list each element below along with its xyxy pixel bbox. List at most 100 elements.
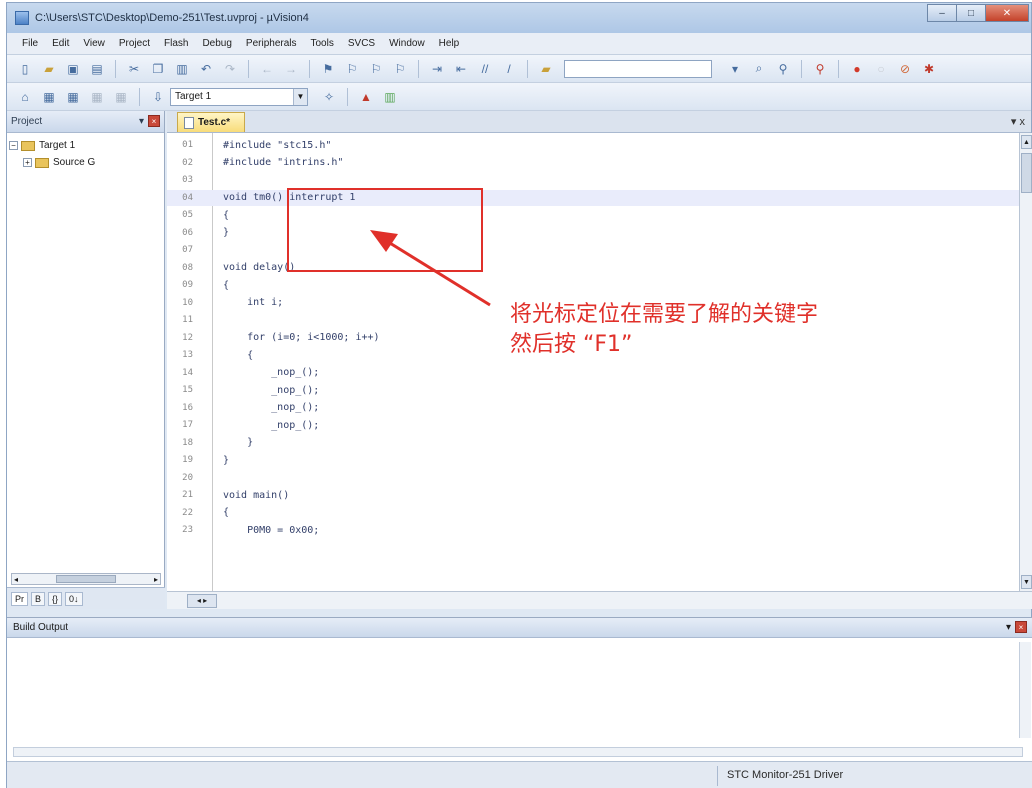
manage-components-icon[interactable]: ▲: [357, 88, 375, 106]
code-line[interactable]: 20: [167, 470, 1019, 486]
menu-edit[interactable]: Edit: [45, 38, 76, 49]
code-text[interactable]: }: [223, 227, 229, 238]
prev-bookmark-icon[interactable]: ⚐: [343, 60, 361, 78]
disable-breakpoint-icon[interactable]: ○: [872, 60, 890, 78]
code-line[interactable]: 22 {: [167, 505, 1019, 521]
redo-icon[interactable]: ↷: [221, 60, 239, 78]
rebuild-icon[interactable]: ▦: [64, 88, 82, 106]
tab-test-c[interactable]: Test.c*: [177, 112, 246, 132]
code-text[interactable]: void main(): [223, 490, 289, 501]
menu-window[interactable]: Window: [382, 38, 432, 49]
new-file-icon[interactable]: ▯: [16, 60, 34, 78]
breakpoint-icon[interactable]: ●: [848, 60, 866, 78]
code-text[interactable]: {: [223, 280, 229, 291]
code-text[interactable]: int i;: [223, 297, 283, 308]
bookmark-icon[interactable]: ⚑: [319, 60, 337, 78]
find-icon[interactable]: ⚲: [774, 60, 792, 78]
code-line[interactable]: 17 _nop_();: [167, 417, 1019, 433]
target-options-icon[interactable]: ✧: [320, 88, 338, 106]
batch-build-icon[interactable]: ▦: [88, 88, 106, 106]
stop-build-icon[interactable]: ▦: [112, 88, 130, 106]
code-text[interactable]: P0M0 = 0x00;: [223, 525, 319, 536]
clear-bookmarks-icon[interactable]: ⚐: [391, 60, 409, 78]
menu-view[interactable]: View: [76, 38, 112, 49]
code-text[interactable]: _nop_();: [223, 367, 319, 378]
code-line[interactable]: 14 _nop_();: [167, 365, 1019, 381]
code-text[interactable]: }: [223, 437, 253, 448]
build-icon[interactable]: ▦: [40, 88, 58, 106]
editor-vertical-scrollbar[interactable]: ▲ ▼: [1019, 133, 1032, 591]
tab-project[interactable]: Pr: [11, 591, 28, 606]
scroll-left-icon[interactable]: ◂: [14, 575, 18, 584]
code-line[interactable]: 21 void main(): [167, 487, 1019, 503]
code-text[interactable]: {: [223, 350, 253, 361]
code-line[interactable]: 16 _nop_();: [167, 400, 1019, 416]
menu-svcs[interactable]: SVCS: [341, 38, 382, 49]
scroll-left-icon[interactable]: ◂ ▸: [187, 593, 217, 608]
debug-session-icon[interactable]: ⚲: [811, 60, 829, 78]
translate-icon[interactable]: ⌂: [16, 88, 34, 106]
code-line[interactable]: 18 }: [167, 435, 1019, 451]
indent-icon[interactable]: ⇥: [428, 60, 446, 78]
code-text[interactable]: }: [223, 455, 229, 466]
nav-back-icon[interactable]: ←: [258, 60, 276, 78]
cut-icon[interactable]: ✂: [125, 60, 143, 78]
build-output-vertical-scrollbar[interactable]: [1019, 642, 1031, 738]
code-text[interactable]: {: [223, 210, 229, 221]
kill-breakpoints-icon[interactable]: ⊘: [896, 60, 914, 78]
scroll-thumb[interactable]: [56, 575, 116, 583]
uncomment-icon[interactable]: /: [500, 60, 518, 78]
code-line[interactable]: 15 _nop_();: [167, 382, 1019, 398]
pin-icon[interactable]: ▾: [1006, 622, 1011, 633]
configure-icon[interactable]: ✱: [920, 60, 938, 78]
tree-item-target[interactable]: − Target 1: [9, 137, 162, 154]
tab-books[interactable]: B: [31, 591, 46, 606]
editor-horizontal-scrollbar[interactable]: ◂ ▸: [167, 591, 1032, 609]
code-text[interactable]: void delay(): [223, 262, 295, 273]
code-line[interactable]: 23 P0M0 = 0x00;: [167, 522, 1019, 538]
copy-icon[interactable]: ❐: [149, 60, 167, 78]
code-text[interactable]: _nop_();: [223, 385, 319, 396]
code-text[interactable]: _nop_();: [223, 402, 319, 413]
menu-file[interactable]: File: [15, 38, 45, 49]
download-icon[interactable]: ⇩: [149, 88, 167, 106]
nav-forward-icon[interactable]: →: [282, 60, 300, 78]
menu-peripherals[interactable]: Peripherals: [239, 38, 304, 49]
minimize-button[interactable]: –: [927, 4, 957, 22]
undo-icon[interactable]: ↶: [197, 60, 215, 78]
project-horizontal-scrollbar[interactable]: ◂ ▸: [11, 573, 161, 585]
code-line[interactable]: 03: [167, 172, 1019, 188]
target-select[interactable]: Target 1 ▼: [170, 87, 308, 106]
maximize-button[interactable]: □: [956, 4, 986, 22]
next-bookmark-icon[interactable]: ⚐: [367, 60, 385, 78]
scroll-down-icon[interactable]: ▼: [1021, 575, 1032, 589]
menu-debug[interactable]: Debug: [195, 38, 238, 49]
code-line[interactable]: 09 {: [167, 277, 1019, 293]
close-tab-icon[interactable]: ▾ x: [1011, 115, 1025, 128]
code-text[interactable]: #include "intrins.h": [223, 157, 343, 168]
find-in-files-icon[interactable]: ▰: [537, 60, 555, 78]
code-text[interactable]: for (i=0; i<1000; i++): [223, 332, 379, 343]
open-file-icon[interactable]: ▰: [40, 60, 58, 78]
menu-help[interactable]: Help: [432, 38, 467, 49]
find-input[interactable]: [564, 59, 712, 78]
tree-item-source-group[interactable]: + Source G: [9, 154, 162, 171]
scroll-right-icon[interactable]: ▸: [154, 575, 158, 584]
incremental-find-icon[interactable]: ⌕: [750, 60, 768, 78]
code-text[interactable]: _nop_();: [223, 420, 319, 431]
unindent-icon[interactable]: ⇤: [452, 60, 470, 78]
close-icon[interactable]: ×: [1015, 621, 1027, 633]
menu-project[interactable]: Project: [112, 38, 157, 49]
code-text[interactable]: {: [223, 507, 229, 518]
code-line[interactable]: 01 #include "stc15.h": [167, 137, 1019, 153]
tab-functions[interactable]: {}: [48, 591, 63, 606]
find-dropdown-icon[interactable]: ▾: [726, 60, 744, 78]
expand-icon[interactable]: +: [23, 158, 32, 167]
menu-flash[interactable]: Flash: [157, 38, 195, 49]
tab-templates[interactable]: 0↓: [65, 591, 83, 606]
paste-icon[interactable]: ▥: [173, 60, 191, 78]
comment-icon[interactable]: //: [476, 60, 494, 78]
build-output-horizontal-scrollbar[interactable]: [13, 747, 1023, 757]
save-all-icon[interactable]: ▤: [88, 60, 106, 78]
close-icon[interactable]: ×: [148, 115, 160, 127]
